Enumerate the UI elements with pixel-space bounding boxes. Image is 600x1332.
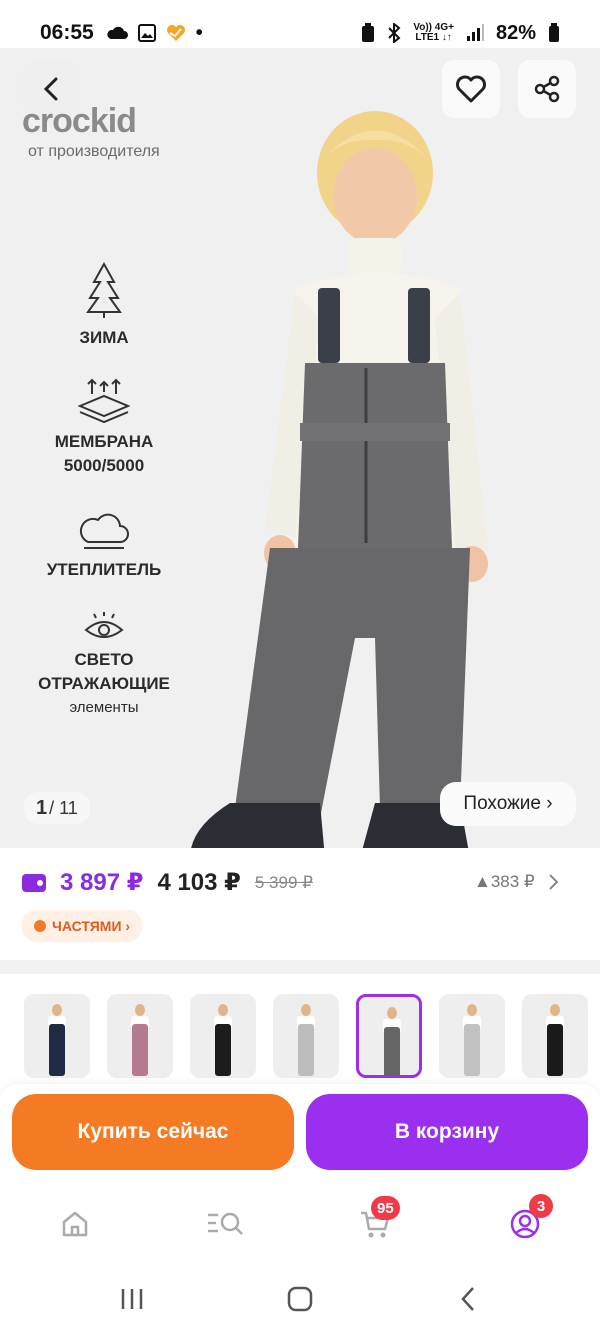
wallet-price: 3 897 ₽ bbox=[60, 869, 144, 896]
similar-button[interactable]: Похожие › bbox=[440, 782, 576, 826]
cloud-icon bbox=[107, 26, 128, 39]
old-price: 5 399 ₽ bbox=[254, 872, 313, 892]
image-counter: 1/ 11 bbox=[24, 792, 90, 824]
favorite-button[interactable] bbox=[442, 60, 500, 118]
price-history-button[interactable]: ▲383 ₽ bbox=[474, 872, 559, 892]
brand-logo: crockid от производителя bbox=[22, 102, 160, 161]
dot-icon: • bbox=[195, 21, 203, 44]
feature-insulation: УТЕПЛИТЕЛЬ bbox=[14, 508, 194, 582]
chevron-left-icon bbox=[43, 77, 58, 101]
tab-home[interactable] bbox=[55, 1204, 95, 1244]
action-bar: Купить сейчас В корзину bbox=[0, 1084, 600, 1184]
recent-apps-icon bbox=[121, 1289, 143, 1309]
image-icon bbox=[137, 24, 156, 42]
recent-apps-button[interactable] bbox=[112, 1284, 152, 1314]
share-icon bbox=[534, 75, 560, 103]
battery-icon bbox=[549, 23, 559, 42]
back-nav-button[interactable] bbox=[448, 1284, 488, 1314]
buy-now-button[interactable]: Купить сейчас bbox=[12, 1094, 294, 1170]
feature-membrane: МЕМБРАНА 5000/5000 bbox=[14, 376, 194, 478]
brand-name: crockid bbox=[22, 102, 137, 140]
feature-winter: ЗИМА bbox=[14, 260, 194, 350]
wallet-icon bbox=[22, 873, 46, 892]
product-photo bbox=[191, 111, 488, 848]
tab-profile[interactable]: 3 bbox=[505, 1194, 553, 1244]
membrane-icon bbox=[77, 378, 131, 424]
bluetooth-icon bbox=[388, 23, 401, 43]
status-time: 06:55 bbox=[40, 21, 94, 44]
variant-thumbnail-selected[interactable] bbox=[356, 994, 422, 1078]
home-button[interactable] bbox=[280, 1284, 320, 1314]
brand-subtitle: от производителя bbox=[28, 143, 160, 160]
feature-reflective: СВЕТО ОТРАЖАЮЩИЕ элементы bbox=[14, 610, 194, 720]
current-price: 4 103 ₽ bbox=[157, 869, 241, 896]
cloud-insulation-icon bbox=[79, 513, 129, 549]
home-nav-icon bbox=[287, 1286, 313, 1312]
variant-thumbnail[interactable] bbox=[107, 994, 173, 1078]
variant-thumbnail[interactable] bbox=[439, 994, 505, 1078]
bottom-tabbar: 95 3 bbox=[0, 1184, 600, 1264]
back-nav-icon bbox=[461, 1287, 474, 1311]
battery-percent: 82% bbox=[495, 21, 536, 44]
catalog-search-icon bbox=[208, 1212, 243, 1235]
chevron-right-icon bbox=[549, 874, 559, 890]
heart-app-icon bbox=[166, 25, 185, 41]
tree-icon bbox=[86, 261, 122, 318]
color-variants bbox=[0, 974, 600, 1084]
cart-badge: 95 bbox=[371, 1196, 400, 1220]
network-indicator: Vo)) 4G+ LTE1 ↓↑ bbox=[413, 22, 454, 43]
eye-icon bbox=[84, 612, 124, 638]
installments-button[interactable]: ЧАСТЯМИ › bbox=[22, 910, 143, 942]
share-button[interactable] bbox=[518, 60, 576, 118]
home-icon bbox=[62, 1211, 88, 1237]
price-card: 3 897 ₽ 4 103 ₽ 5 399 ₽ ▲383 ₽ ЧАСТЯМИ › bbox=[0, 848, 600, 960]
system-navbar bbox=[0, 1264, 600, 1332]
profile-badge: 3 bbox=[529, 1194, 553, 1218]
variant-thumbnail[interactable] bbox=[522, 994, 588, 1078]
product-gallery[interactable]: crockid от производителя ЗИМА МЕМБРАНА 5… bbox=[0, 48, 600, 848]
heart-icon bbox=[456, 75, 486, 103]
tab-cart[interactable]: 95 bbox=[355, 1196, 400, 1244]
variant-thumbnail[interactable] bbox=[24, 994, 90, 1078]
battery-saver-icon bbox=[362, 23, 375, 42]
price-drop: ▲383 ₽ bbox=[474, 872, 535, 891]
installments-icon bbox=[34, 920, 46, 932]
tab-catalog[interactable] bbox=[205, 1204, 245, 1244]
installments-label: ЧАСТЯМИ › bbox=[52, 918, 131, 934]
section-divider bbox=[0, 960, 600, 974]
variant-thumbnail[interactable] bbox=[273, 994, 339, 1078]
variant-thumbnail[interactable] bbox=[190, 994, 256, 1078]
add-to-cart-button[interactable]: В корзину bbox=[306, 1094, 588, 1170]
signal-icon bbox=[466, 24, 484, 41]
